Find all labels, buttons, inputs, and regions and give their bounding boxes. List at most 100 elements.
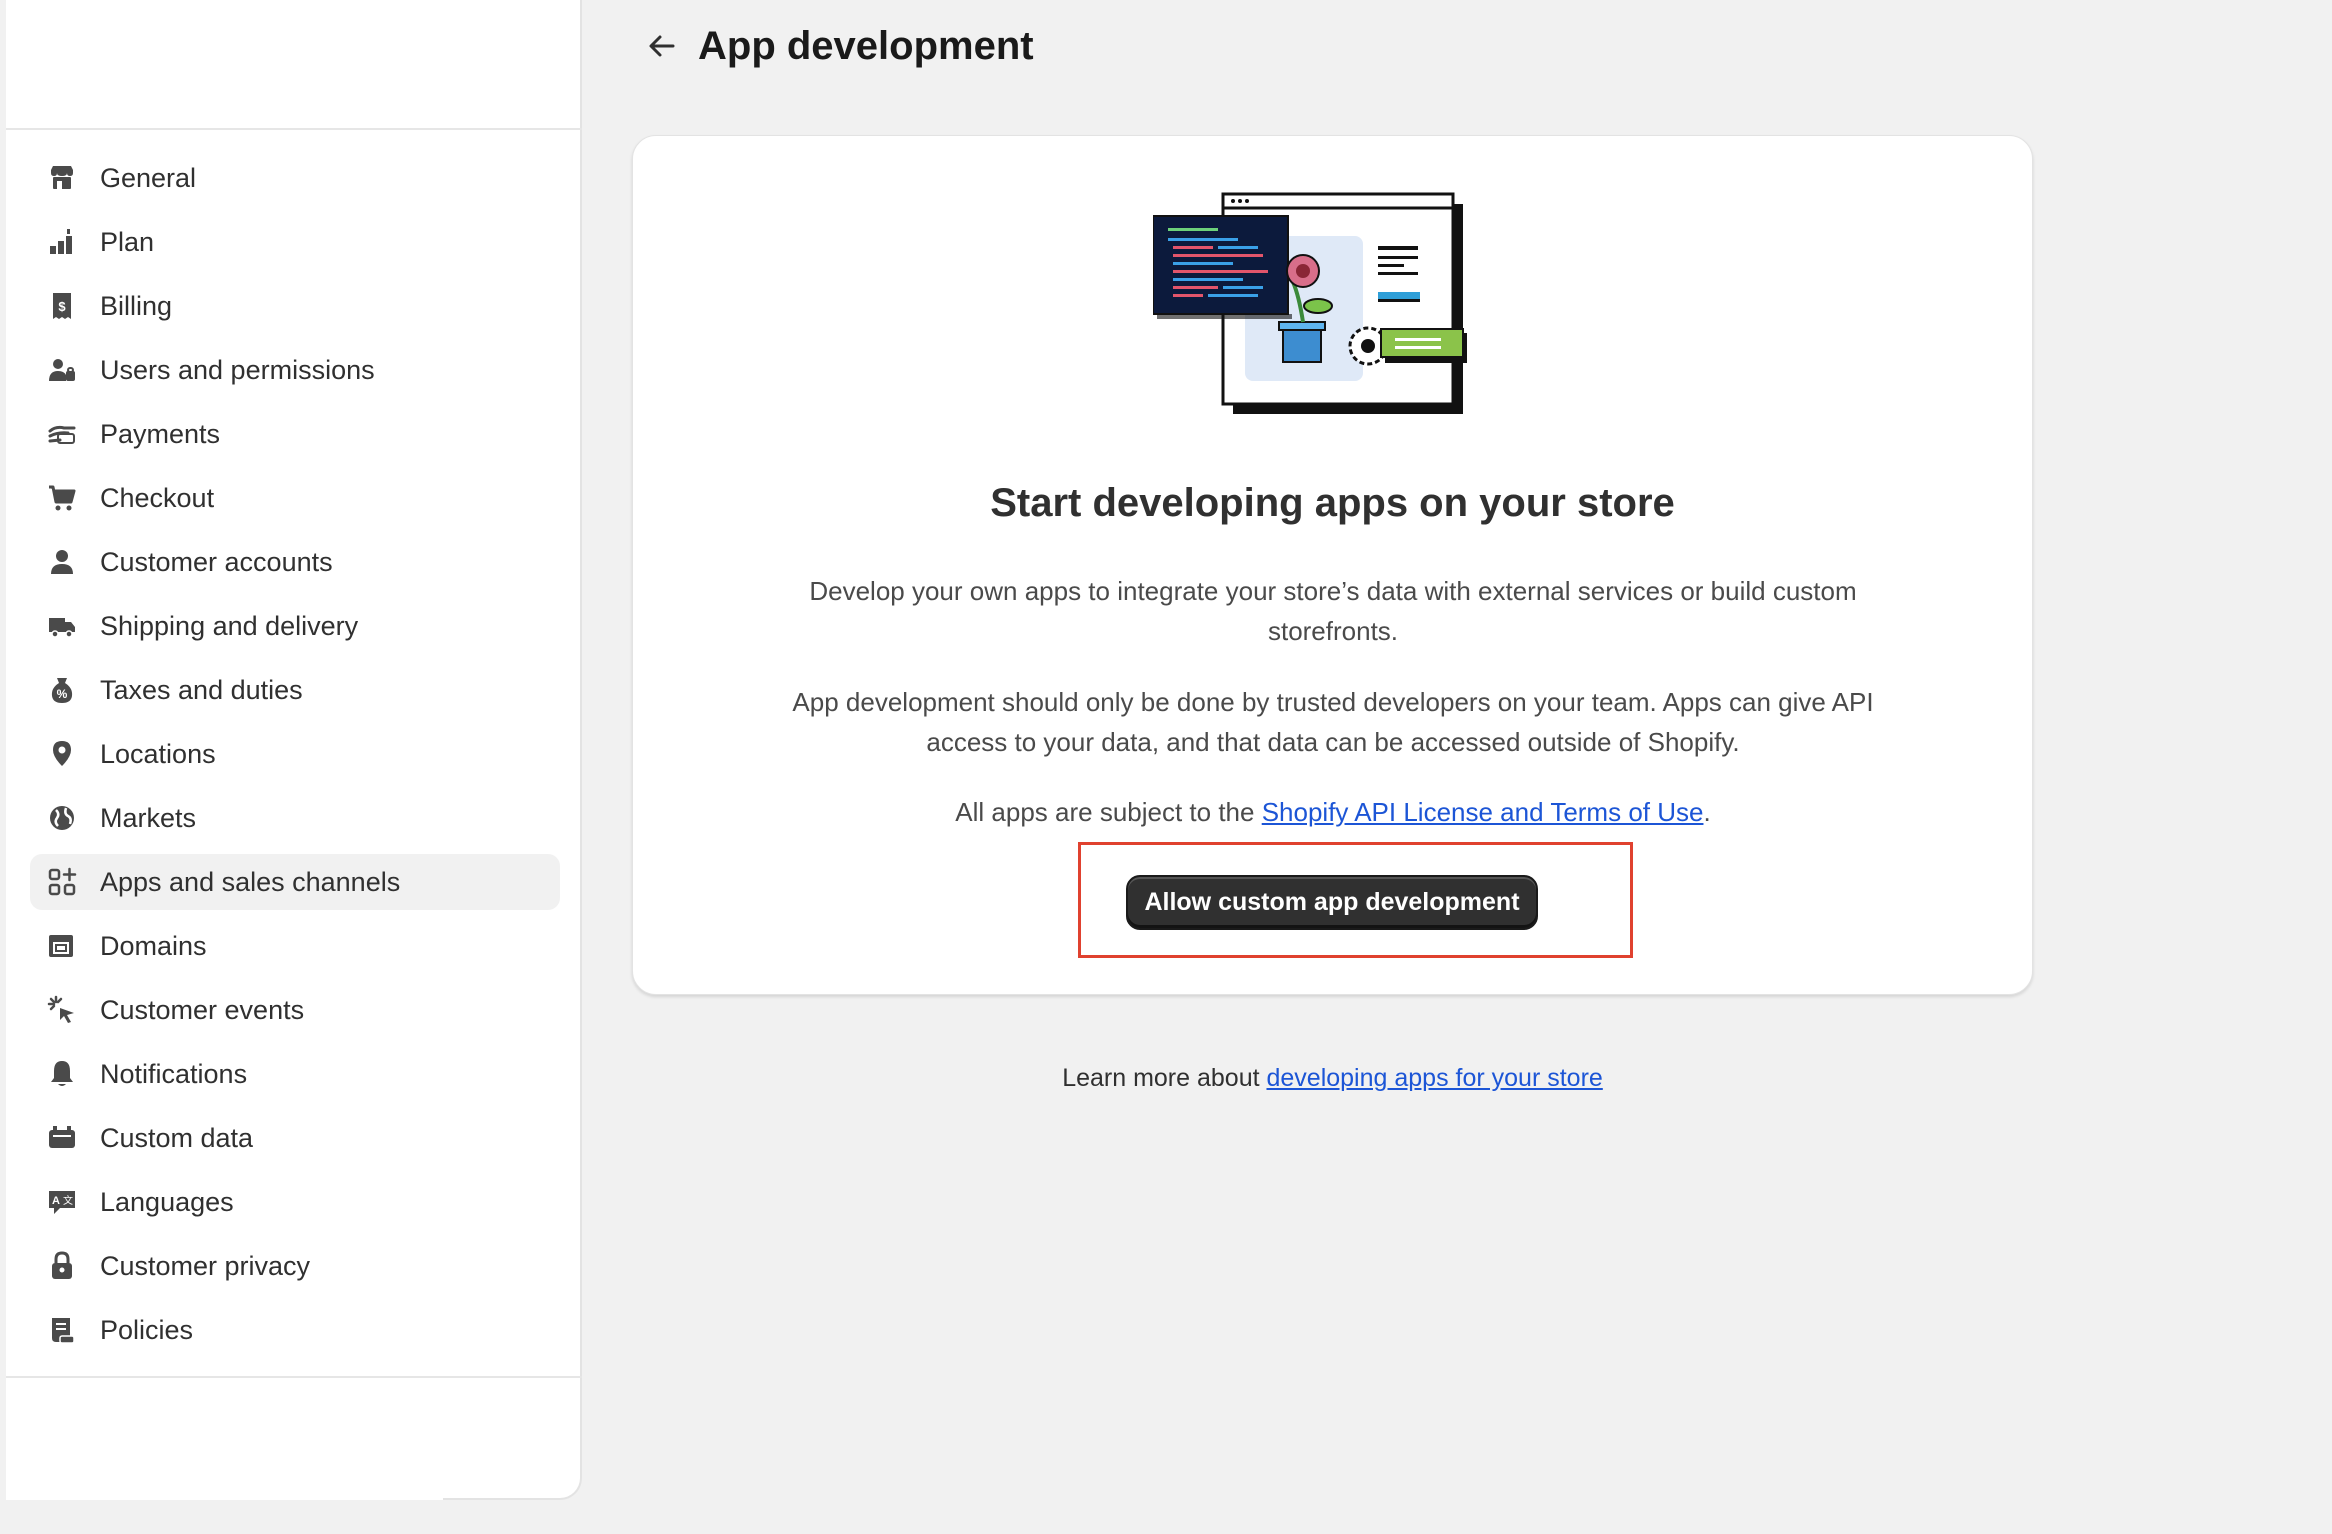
sidebar-item-shipping-and-delivery[interactable]: Shipping and delivery: [30, 598, 560, 654]
sidebar-item-policies[interactable]: Policies: [30, 1302, 560, 1358]
card-warning: App development should only be done by t…: [792, 687, 1874, 757]
sidebar-item-label: Payments: [100, 418, 221, 449]
settings-sidebar: General Plan $ Billing Users and permissions…: [6, 0, 582, 1500]
sidebar-item-notifications[interactable]: Notifications: [30, 1046, 560, 1102]
terms-suffix: .: [1703, 797, 1711, 827]
bell-icon: [46, 1058, 78, 1090]
users-icon: [49, 359, 75, 381]
sidebar-item-label: Domains: [100, 930, 207, 961]
learn-more-text: Learn more about developing apps for you…: [632, 1064, 2033, 1093]
sidebar-item-billing[interactable]: $ Billing: [30, 278, 560, 334]
sidebar-item-label: Plan: [100, 226, 155, 257]
sidebar-item-customer-accounts[interactable]: Customer accounts: [30, 534, 560, 590]
svg-text:%: %: [57, 687, 68, 701]
language-icon: A文: [49, 1191, 75, 1214]
sidebar-item-taxes-and-duties[interactable]: % Taxes and duties: [30, 662, 560, 718]
lock-icon: [46, 1250, 78, 1282]
store-icon: [46, 162, 78, 194]
sidebar-item-users-and-permissions[interactable]: Users and permissions: [30, 342, 560, 398]
sidebar-item-label: Markets: [100, 802, 197, 833]
sidebar-item-label: Taxes and duties: [100, 674, 303, 705]
sidebar-item-label: Customer privacy: [100, 1250, 311, 1281]
sidebar-item-label: Locations: [100, 738, 216, 769]
bell-icon: [51, 1061, 73, 1086]
plan-icon: [46, 226, 78, 258]
billing-icon: $: [46, 290, 78, 322]
terms-text: All apps are subject to the Shopify API …: [783, 792, 1883, 832]
sidebar-item-label: General: [100, 162, 197, 193]
sidebar-item-domains[interactable]: Domains: [30, 918, 560, 974]
location-icon: [46, 738, 78, 770]
sidebar-item-locations[interactable]: Locations: [30, 726, 560, 782]
tax-icon: %: [46, 674, 78, 706]
card-description: Develop your own apps to integrate your …: [809, 576, 1857, 646]
truck-icon: [49, 618, 75, 638]
svg-text:$: $: [58, 299, 66, 314]
svg-text:A: A: [52, 1195, 60, 1207]
truck-icon: [46, 610, 78, 642]
app-development-illustration: [1153, 192, 1467, 414]
sidebar-item-label: Policies: [100, 1314, 194, 1345]
apps-icon: [48, 867, 77, 896]
store-logo: [6, 4, 443, 116]
policies-icon: [52, 1318, 75, 1344]
sidebar-item-label: Notifications: [100, 1058, 248, 1089]
billing-icon: $: [53, 293, 71, 319]
sidebar-item-custom-data[interactable]: Custom data: [30, 1110, 560, 1166]
sidebar-bottom: [6, 1378, 443, 1500]
person-icon: [51, 550, 73, 574]
page-title: App development: [698, 23, 1034, 68]
custom-data-icon: [49, 1126, 75, 1148]
plan-icon: [50, 229, 72, 254]
svg-text:文: 文: [63, 1194, 73, 1207]
card-heading: Start developing apps on your store: [990, 481, 1675, 525]
globe-icon: [46, 802, 78, 834]
page-header: App development: [640, 18, 1034, 74]
learn-more-link[interactable]: developing apps for your store: [1266, 1064, 1602, 1092]
cart-icon: [46, 482, 78, 514]
globe-icon: [50, 806, 74, 830]
allow-custom-app-development-button[interactable]: Allow custom app development: [1126, 875, 1538, 930]
cursor-click-icon: [47, 995, 74, 1023]
lock-icon: [52, 1251, 72, 1279]
sidebar-item-label: Apps and sales channels: [100, 866, 401, 897]
apps-icon: [46, 866, 78, 898]
person-icon: [46, 546, 78, 578]
language-icon: A文: [46, 1186, 78, 1218]
sidebar-item-label: Languages: [100, 1186, 234, 1217]
sidebar-item-apps-and-sales-channels[interactable]: Apps and sales channels: [30, 854, 560, 910]
store-icon: [51, 166, 73, 189]
sidebar-item-payments[interactable]: Payments: [30, 406, 560, 462]
sidebar-item-label: Customer accounts: [100, 546, 333, 577]
location-icon: [53, 741, 71, 766]
sidebar-item-markets[interactable]: Markets: [30, 790, 560, 846]
sidebar-item-general[interactable]: General: [30, 150, 560, 206]
cursor-click-icon: [46, 994, 78, 1026]
sidebar-item-plan[interactable]: Plan: [30, 214, 560, 270]
payments-icon: [46, 418, 78, 450]
tax-icon: %: [51, 678, 73, 703]
arrow-left-icon: [649, 35, 675, 57]
cart-icon: [49, 485, 76, 511]
custom-data-icon: [46, 1122, 78, 1154]
policies-icon: [46, 1314, 78, 1346]
sidebar-item-languages[interactable]: A 文 Languages: [30, 1174, 560, 1230]
sidebar-item-checkout[interactable]: Checkout: [30, 470, 560, 526]
payments-icon: [48, 425, 76, 444]
terms-prefix: All apps are subject to the: [955, 797, 1262, 827]
sidebar-item-label: Checkout: [100, 482, 215, 513]
sidebar-item-label: Shipping and delivery: [100, 610, 359, 641]
back-button[interactable]: [640, 24, 684, 68]
sidebar-item-label: Users and permissions: [100, 354, 375, 385]
terms-link[interactable]: Shopify API License and Terms of Use: [1262, 797, 1704, 827]
domains-icon: [49, 935, 73, 957]
sidebar-item-customer-events[interactable]: Customer events: [30, 982, 560, 1038]
sidebar-header: [6, 0, 582, 130]
sidebar-item-label: Billing: [100, 290, 173, 321]
learn-more-prefix: Learn more about: [1062, 1064, 1267, 1092]
sidebar-item-customer-privacy[interactable]: Customer privacy: [30, 1238, 560, 1294]
sidebar-item-label: Custom data: [100, 1122, 254, 1153]
settings-nav: General Plan $ Billing Users and permissions…: [30, 150, 560, 1366]
users-icon: [46, 354, 78, 386]
sidebar-item-label: Customer events: [100, 994, 305, 1025]
